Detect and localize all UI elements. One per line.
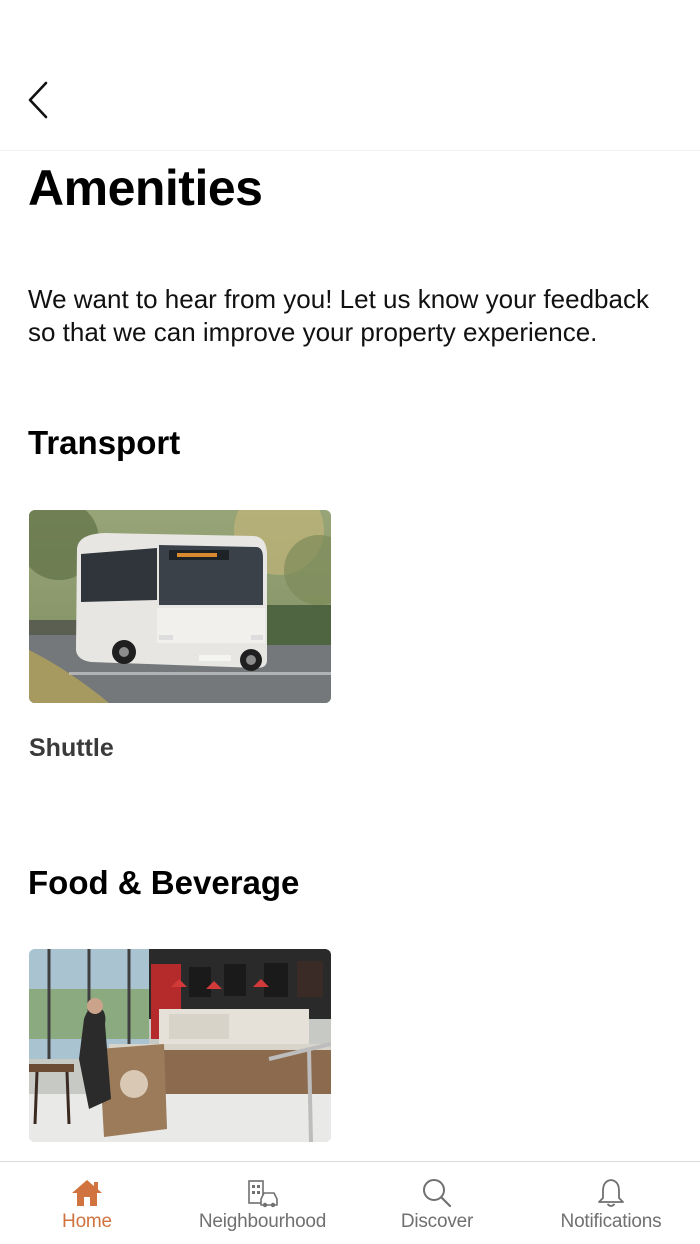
tab-label-discover: Discover <box>400 1211 474 1232</box>
section-title-food-beverage: Food & Beverage <box>28 864 300 901</box>
amenity-card-label: Shuttle <box>29 734 114 762</box>
shuttle-bus-photo <box>29 510 331 703</box>
tab-label-home: Home <box>62 1211 112 1232</box>
page-title: Amenities <box>28 160 263 216</box>
home-icon <box>72 1180 102 1206</box>
tab-home[interactable]: Home <box>37 1162 137 1244</box>
back-button[interactable] <box>18 78 58 122</box>
tab-notifications[interactable]: Notifications <box>546 1162 676 1244</box>
title-bar: Amenities <box>0 150 700 252</box>
neighbourhood-icon <box>247 1180 278 1208</box>
amenity-card-shuttle[interactable] <box>29 510 331 703</box>
tab-bar: Home Neighbourhood Discover Notification… <box>0 1161 700 1244</box>
amenities-content[interactable]: We want to hear from you! Let us know yo… <box>0 252 700 1161</box>
amenity-card-cafe[interactable] <box>29 949 331 1142</box>
tab-discover[interactable]: Discover <box>382 1162 492 1244</box>
navigation-bar <box>0 0 700 150</box>
section-title-transport: Transport <box>28 424 181 461</box>
tab-label-notifications: Notifications <box>560 1211 662 1232</box>
intro-text: We want to hear from you! Let us know yo… <box>28 284 649 347</box>
bell-icon <box>598 1179 624 1207</box>
search-icon <box>423 1179 452 1208</box>
tab-neighbourhood[interactable]: Neighbourhood <box>190 1162 335 1244</box>
cafe-interior-photo <box>29 949 331 1142</box>
chevron-left-icon <box>28 81 48 119</box>
tab-label-neighbourhood: Neighbourhood <box>198 1211 327 1232</box>
